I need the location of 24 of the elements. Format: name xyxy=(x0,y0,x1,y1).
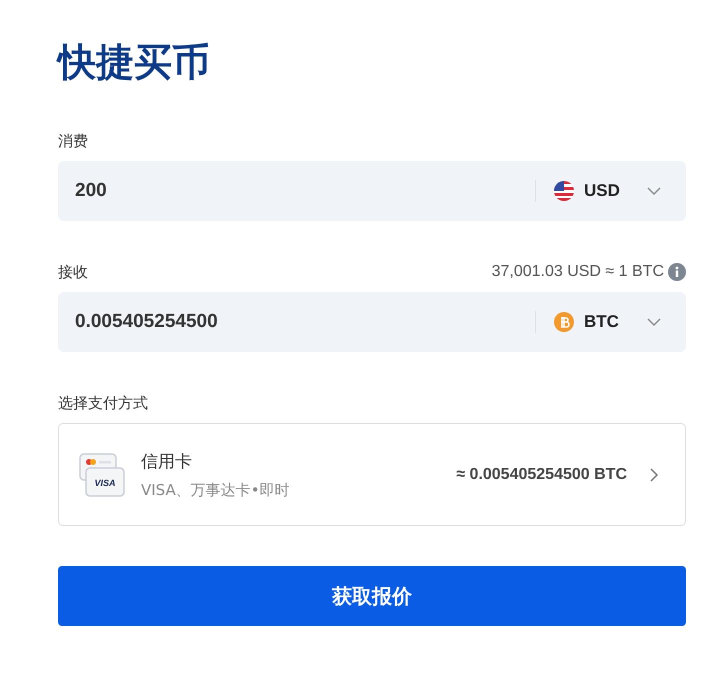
amount-value: 200 xyxy=(75,180,108,202)
chevron-down-icon xyxy=(646,186,662,196)
payment-method-card[interactable]: VISA 信用卡 VISA、万事达卡•即时 ≈ 0.005405254500 BTC xyxy=(58,423,686,526)
amount-field[interactable]: 0.005405254500 BTC xyxy=(58,292,686,352)
currency-code: BTC xyxy=(584,312,620,332)
payment-amount: ≈ 0.005405254500 BTC xyxy=(456,466,627,484)
amount-value: 0.005405254500 xyxy=(75,311,219,333)
bitcoin-icon xyxy=(554,312,574,332)
page-title: 快捷买币 xyxy=(58,39,211,86)
exchange-rate: 37,001.03 USD ≈ 1 BTC xyxy=(492,263,664,281)
field-label: 消费 xyxy=(58,132,88,150)
currency-code: USD xyxy=(584,181,621,201)
chevron-right-icon xyxy=(649,466,659,482)
chevron-down-icon xyxy=(646,317,662,327)
info-icon xyxy=(668,263,686,281)
payment-method-detail: VISA、万事达卡•即时 xyxy=(141,480,291,500)
payment-method-name: 信用卡 xyxy=(141,450,193,472)
amount-field[interactable]: 200 USD xyxy=(58,161,686,221)
field-label: 选择支付方式 xyxy=(58,394,148,412)
get-quote-button[interactable]: 获取报价 xyxy=(58,566,686,626)
field-label: 接收 xyxy=(58,262,88,282)
currency-selector[interactable]: BTC xyxy=(554,312,662,332)
currency-selector[interactable]: USD xyxy=(554,181,662,201)
flag-icon xyxy=(554,181,574,201)
